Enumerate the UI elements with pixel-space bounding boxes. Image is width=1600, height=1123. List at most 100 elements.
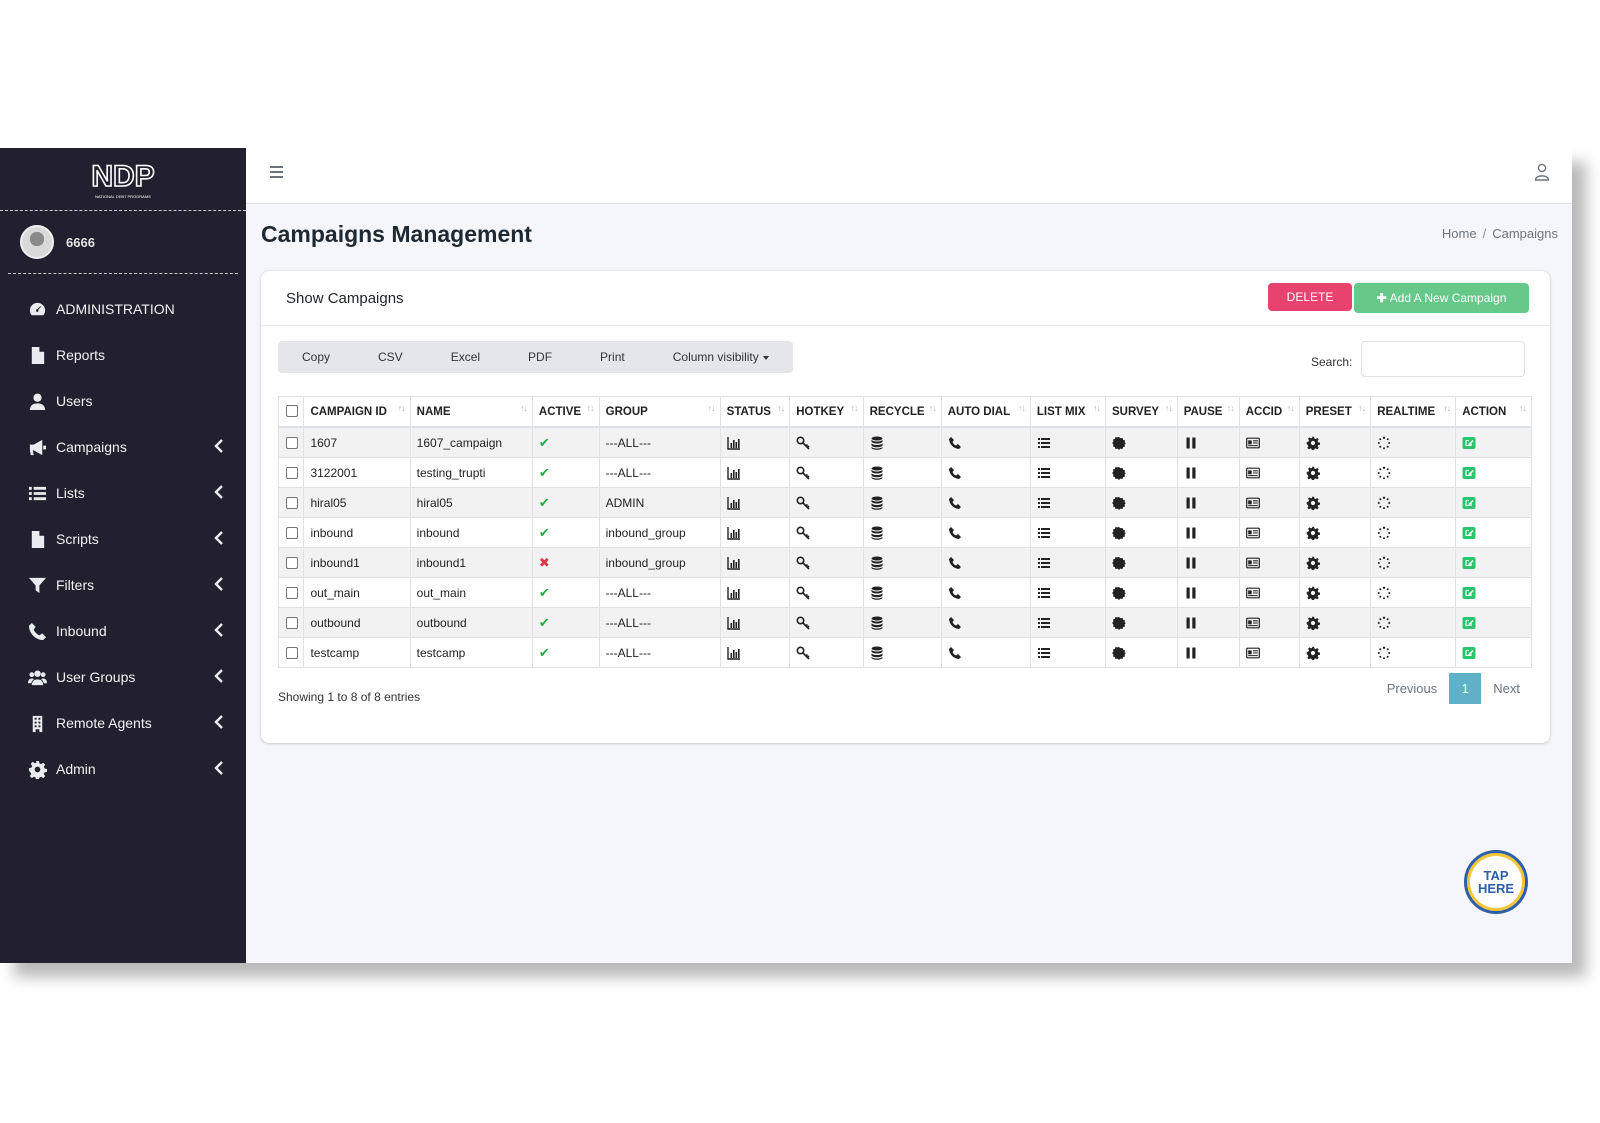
accid-cell[interactable]: [1238, 637, 1300, 668]
next-page-button[interactable]: Next: [1481, 673, 1532, 704]
column-header-realtime[interactable]: REALTIME ↑↓: [1370, 396, 1457, 428]
id-card-icon[interactable]: [1245, 585, 1260, 599]
listmix-cell[interactable]: [1029, 426, 1106, 458]
spinner-icon[interactable]: [1377, 525, 1391, 540]
status-cell[interactable]: [719, 487, 791, 518]
sidebar-item-administration[interactable]: ADMINISTRATION: [0, 286, 246, 332]
chevron-left-icon[interactable]: [214, 761, 224, 775]
database-icon[interactable]: [870, 555, 884, 570]
column-header-campaign-id[interactable]: CAMPAIGN ID ↑↓: [303, 396, 411, 428]
id-card-icon[interactable]: [1245, 555, 1260, 569]
brand[interactable]: NDP NATIONAL DEBT PROGRAMS: [0, 148, 246, 211]
copy-button[interactable]: Copy: [278, 341, 354, 373]
chevron-left-icon[interactable]: [214, 669, 224, 683]
row-checkbox-cell[interactable]: [277, 607, 305, 638]
preset-cell[interactable]: [1298, 457, 1372, 488]
row-checkbox-cell[interactable]: [277, 426, 305, 458]
pause-cell[interactable]: [1176, 457, 1240, 488]
sidebar-item-filters[interactable]: Filters: [0, 562, 246, 608]
preset-cell[interactable]: [1298, 577, 1372, 608]
row-checkbox[interactable]: [286, 467, 298, 480]
pause-cell[interactable]: [1176, 577, 1240, 608]
status-cell[interactable]: [719, 426, 791, 458]
sidebar-item-user-groups[interactable]: User Groups: [0, 654, 246, 700]
select-all-header[interactable]: [277, 396, 305, 428]
chevron-left-icon[interactable]: [214, 439, 224, 453]
listmix-cell[interactable]: [1029, 547, 1106, 578]
realtime-cell[interactable]: [1370, 487, 1457, 518]
column-header-group[interactable]: GROUP ↑↓: [598, 396, 721, 428]
realtime-cell[interactable]: [1370, 607, 1457, 638]
accid-cell[interactable]: [1238, 426, 1300, 458]
row-checkbox-cell[interactable]: [277, 577, 305, 608]
column-visibility-button[interactable]: Column visibility: [649, 341, 793, 373]
listmix-cell[interactable]: [1029, 487, 1106, 518]
key-icon[interactable]: [796, 645, 810, 660]
recycle-cell[interactable]: [862, 487, 942, 518]
key-icon[interactable]: [796, 465, 810, 480]
database-icon[interactable]: [870, 585, 884, 600]
status-cell[interactable]: [719, 547, 791, 578]
hotkey-cell[interactable]: [789, 577, 864, 608]
list-icon[interactable]: [1037, 465, 1051, 479]
realtime-cell[interactable]: [1370, 577, 1457, 608]
chevron-left-icon[interactable]: [214, 715, 224, 729]
hotkey-cell[interactable]: [789, 487, 864, 518]
key-icon[interactable]: [796, 585, 810, 600]
sidebar-item-admin[interactable]: Admin: [0, 746, 246, 792]
bar-chart-icon[interactable]: [726, 525, 741, 540]
row-checkbox-cell[interactable]: [277, 457, 305, 488]
key-icon[interactable]: [796, 495, 810, 510]
gear-icon[interactable]: [1306, 585, 1320, 601]
phone-icon[interactable]: [948, 585, 962, 599]
action-cell[interactable]: [1455, 577, 1532, 608]
spinner-icon[interactable]: [1377, 435, 1391, 450]
survey-cell[interactable]: [1104, 457, 1178, 488]
database-icon[interactable]: [870, 645, 884, 660]
survey-cell[interactable]: [1104, 487, 1178, 518]
action-cell[interactable]: [1455, 426, 1532, 458]
status-cell[interactable]: [719, 577, 791, 608]
survey-cell[interactable]: [1104, 607, 1178, 638]
accid-cell[interactable]: [1238, 457, 1300, 488]
gear-icon[interactable]: [1306, 495, 1320, 511]
id-card-icon[interactable]: [1245, 645, 1260, 659]
sidebar-item-campaigns[interactable]: Campaigns: [0, 424, 246, 470]
row-checkbox[interactable]: [286, 647, 298, 660]
phone-icon[interactable]: [948, 495, 962, 509]
select-all-checkbox[interactable]: [286, 405, 298, 418]
survey-cell[interactable]: [1104, 426, 1178, 458]
preset-cell[interactable]: [1298, 607, 1372, 638]
bar-chart-icon[interactable]: [726, 615, 741, 630]
pause-cell[interactable]: [1176, 607, 1240, 638]
user-panel[interactable]: 6666: [8, 211, 238, 274]
recycle-cell[interactable]: [862, 517, 942, 548]
database-icon[interactable]: [870, 435, 884, 450]
edit-icon[interactable]: [1462, 555, 1476, 569]
realtime-cell[interactable]: [1370, 637, 1457, 668]
row-checkbox-cell[interactable]: [277, 637, 305, 668]
gear-icon[interactable]: [1306, 435, 1320, 451]
search-input[interactable]: [1361, 341, 1525, 377]
bar-chart-icon[interactable]: [726, 435, 741, 450]
sidebar-item-reports[interactable]: Reports: [0, 332, 246, 378]
list-icon[interactable]: [1037, 495, 1051, 509]
recycle-cell[interactable]: [862, 547, 942, 578]
hotkey-cell[interactable]: [789, 426, 864, 458]
status-cell[interactable]: [719, 517, 791, 548]
column-header-accid[interactable]: ACCID ↑↓: [1238, 396, 1300, 428]
sidebar-item-remote-agents[interactable]: Remote Agents: [0, 700, 246, 746]
spinner-icon[interactable]: [1377, 585, 1391, 600]
tap-here-button[interactable]: TAP HERE: [1464, 850, 1528, 914]
accid-cell[interactable]: [1238, 487, 1300, 518]
status-cell[interactable]: [719, 457, 791, 488]
bar-chart-icon[interactable]: [726, 495, 741, 510]
action-cell[interactable]: [1455, 487, 1532, 518]
spinner-icon[interactable]: [1377, 495, 1391, 510]
recycle-cell[interactable]: [862, 577, 942, 608]
key-icon[interactable]: [796, 555, 810, 570]
autodial-cell[interactable]: [940, 517, 1031, 548]
sidebar-item-scripts[interactable]: Scripts: [0, 516, 246, 562]
id-card-icon[interactable]: [1245, 615, 1260, 629]
recycle-cell[interactable]: [862, 426, 942, 458]
